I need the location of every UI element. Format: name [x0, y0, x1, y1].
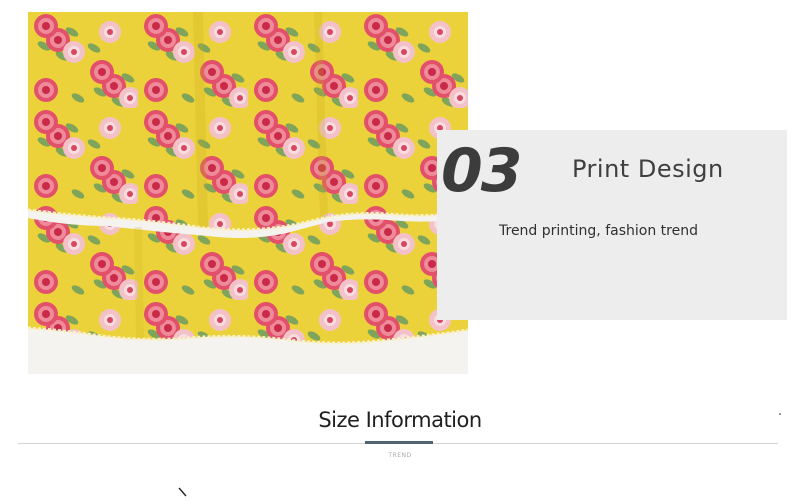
product-photo-floral-skirt: [28, 12, 468, 374]
size-information-subtitle: TREND: [388, 452, 412, 459]
section-accent-bar: [365, 441, 433, 444]
feature-title: Print Design: [572, 155, 724, 183]
edge-mark: [779, 413, 781, 415]
feature-description: Trend printing, fashion trend: [499, 223, 698, 239]
stray-stroke-mark: [178, 487, 187, 497]
print-design-feature-card: 03 Print Design Trend printing, fashion …: [437, 130, 787, 320]
size-information-heading: Size Information: [318, 408, 482, 432]
feature-number: 03: [441, 136, 522, 206]
